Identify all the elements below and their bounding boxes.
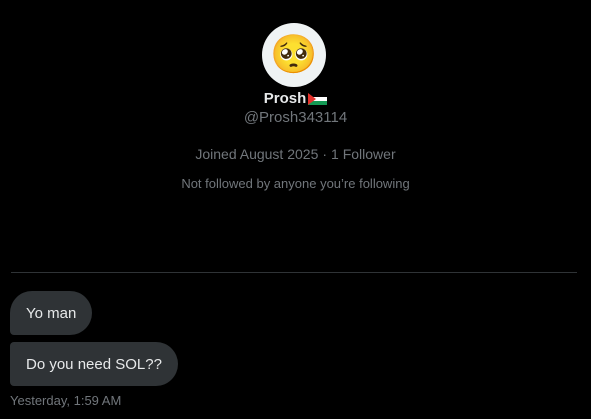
- followers-count[interactable]: 1 Follower: [331, 146, 396, 162]
- display-name[interactable]: Prosh: [264, 90, 307, 107]
- message-text: Yo man: [26, 304, 77, 322]
- not-followed-note: Not followed by anyone you’re following: [181, 176, 410, 191]
- message-timestamp: Yesterday, 1:59 AM: [10, 393, 122, 408]
- divider: [11, 272, 577, 273]
- joined-date: Joined August 2025: [195, 146, 319, 162]
- avatar[interactable]: 🥺: [262, 23, 326, 87]
- pleading-face-icon: 🥺: [270, 34, 318, 76]
- message-bubble[interactable]: Do you need SOL??: [10, 342, 178, 386]
- name-row: Prosh: [0, 89, 591, 107]
- message-bubble[interactable]: Yo man: [10, 291, 93, 335]
- username-handle[interactable]: @Prosh343114: [0, 109, 591, 126]
- profile-meta: Joined August 2025 · 1 Follower: [0, 146, 591, 162]
- palestine-flag-icon: [308, 92, 328, 105]
- meta-separator: ·: [322, 146, 328, 162]
- message-text: Do you need SOL??: [26, 355, 162, 373]
